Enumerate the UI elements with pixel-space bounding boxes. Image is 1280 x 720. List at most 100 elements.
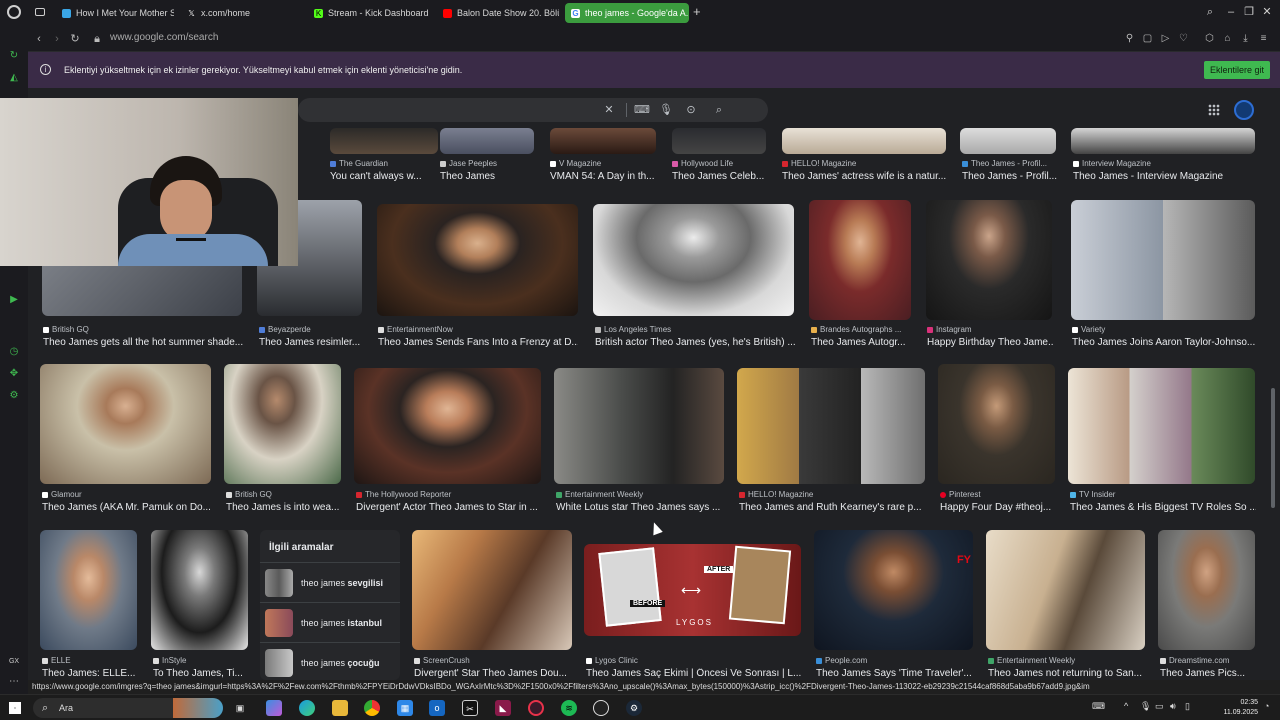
url-field[interactable]: www.google.com/search bbox=[110, 32, 218, 43]
tab-kick[interactable]: K Stream - Kick Dashboard bbox=[308, 3, 432, 23]
image-result[interactable] bbox=[151, 530, 248, 650]
minimize-icon[interactable]: – bbox=[1224, 5, 1238, 19]
start-windows-icon[interactable] bbox=[9, 702, 21, 714]
result-title[interactable]: Theo James Says 'Time Traveler'... bbox=[816, 668, 974, 679]
volume-icon[interactable]: 🔊︎ bbox=[1170, 701, 1176, 712]
source-label[interactable]: EntertainmentNow bbox=[378, 325, 453, 334]
result-title[interactable]: White Lotus star Theo James says ... bbox=[556, 502, 726, 513]
source-label[interactable]: ELLE bbox=[42, 656, 71, 665]
app-icon[interactable]: ◣ bbox=[495, 700, 511, 716]
source-label[interactable]: Pinterest bbox=[940, 490, 981, 499]
result-title[interactable]: Theo James and Ruth Kearney's rare p... bbox=[739, 502, 927, 513]
source-label[interactable]: Interview Magazine bbox=[1073, 159, 1151, 168]
steam-icon[interactable]: ⚙ bbox=[626, 700, 642, 716]
result-title[interactable]: Theo James not returning to San... bbox=[988, 668, 1146, 679]
download-icon[interactable]: ⤓ bbox=[1239, 32, 1252, 45]
vpn-icon[interactable]: ⌂ bbox=[1221, 32, 1234, 45]
source-label[interactable]: Hollywood Life bbox=[672, 159, 733, 168]
image-result[interactable] bbox=[672, 128, 766, 154]
result-title[interactable]: Theo James resimler... bbox=[259, 337, 363, 348]
search-icon[interactable]: ⌕ bbox=[712, 103, 726, 117]
source-label[interactable]: Dreamstime.com bbox=[1160, 656, 1229, 665]
source-label[interactable]: Entertainment Weekly bbox=[988, 656, 1075, 665]
result-title[interactable]: Theo James Sends Fans Into a Frenzy at D… bbox=[378, 337, 578, 348]
image-result[interactable] bbox=[224, 364, 341, 484]
image-result[interactable]: BEFORE AFTER ⟷ LYGOS bbox=[584, 544, 801, 636]
image-result[interactable] bbox=[550, 128, 656, 154]
outlook-icon[interactable]: o bbox=[429, 700, 445, 716]
result-title[interactable]: Theo James (AKA Mr. Pamuk on Do... bbox=[42, 502, 212, 513]
image-result[interactable] bbox=[986, 530, 1145, 650]
avatar[interactable] bbox=[1234, 100, 1254, 120]
copilot-icon[interactable] bbox=[266, 700, 282, 716]
tab-google-search[interactable]: G theo james - Google'da A... bbox=[565, 3, 689, 23]
go-to-extensions-button[interactable]: Eklentilere git bbox=[1203, 61, 1270, 79]
result-title[interactable]: Theo James bbox=[440, 171, 544, 182]
image-result[interactable] bbox=[1068, 368, 1255, 484]
image-result[interactable] bbox=[1071, 128, 1255, 154]
image-result[interactable] bbox=[1158, 530, 1255, 650]
taskbar-search-input[interactable]: ⌕ Ara bbox=[33, 698, 223, 718]
image-result[interactable] bbox=[412, 530, 572, 650]
maximize-icon[interactable]: ❐ bbox=[1242, 5, 1256, 19]
sidebar-player-icon[interactable]: ▶ bbox=[8, 294, 20, 306]
result-title[interactable]: Theo James gets all the hot summer shade… bbox=[43, 337, 243, 348]
result-title[interactable]: Theo James Saç Ekimi | Öncesi Ve Sonrası… bbox=[586, 668, 802, 679]
heart-icon[interactable]: ♡ bbox=[1177, 32, 1190, 45]
menu-icon[interactable]: ≡ bbox=[1257, 32, 1270, 45]
source-label[interactable]: Entertainment Weekly bbox=[556, 490, 643, 499]
result-title[interactable]: Theo James is into wea... bbox=[226, 502, 342, 513]
source-label[interactable]: Instagram bbox=[927, 325, 972, 334]
clock[interactable]: 02:35 11.09.2025 bbox=[1223, 698, 1258, 718]
source-label[interactable]: Los Angeles Times bbox=[595, 325, 671, 334]
result-title[interactable]: Theo James - Interview Magazine bbox=[1073, 171, 1257, 182]
source-label[interactable]: ScreenCrush bbox=[414, 656, 470, 665]
back-icon[interactable]: ‹ bbox=[32, 32, 46, 46]
scrollbar[interactable] bbox=[1271, 388, 1275, 508]
result-title[interactable]: Theo James & His Biggest TV Roles So ... bbox=[1070, 502, 1256, 513]
image-result[interactable] bbox=[40, 364, 211, 484]
image-result[interactable] bbox=[737, 368, 925, 484]
source-label[interactable]: British GQ bbox=[43, 325, 89, 334]
source-label[interactable]: Glamour bbox=[42, 490, 82, 499]
sidebar-shopping-icon[interactable]: ◭ bbox=[8, 72, 20, 84]
microphone-icon[interactable]: 🎙︎ bbox=[659, 103, 673, 117]
source-label[interactable]: TV Insider bbox=[1070, 490, 1115, 499]
tab-balon-date[interactable]: Balon Date Show 20. Bölü... bbox=[437, 3, 559, 23]
result-title[interactable]: Theo James: ELLE... bbox=[42, 668, 138, 679]
player-icon[interactable]: ▷ bbox=[1159, 32, 1172, 45]
image-result[interactable] bbox=[960, 128, 1056, 154]
result-title[interactable]: Divergent' Actor Theo James to Star in .… bbox=[356, 502, 542, 513]
notifications-icon[interactable]: ◔ bbox=[1264, 701, 1269, 711]
workspaces-icon[interactable] bbox=[35, 8, 45, 16]
result-title[interactable]: Happy Birthday Theo Jame... bbox=[927, 337, 1053, 348]
image-result[interactable] bbox=[926, 200, 1052, 320]
source-label[interactable]: British GQ bbox=[226, 490, 272, 499]
clear-search-icon[interactable]: ✕ bbox=[602, 103, 616, 117]
image-result[interactable] bbox=[354, 368, 541, 484]
image-result[interactable] bbox=[330, 128, 438, 154]
store-icon[interactable]: ▦ bbox=[397, 700, 413, 716]
result-title[interactable]: Theo James Pics... bbox=[1160, 668, 1256, 679]
keyboard-tray-icon[interactable]: ⌨ bbox=[1092, 701, 1105, 712]
source-label[interactable]: InStyle bbox=[153, 656, 186, 665]
close-icon[interactable]: ✕ bbox=[1260, 5, 1274, 19]
pin-icon[interactable]: ⚲ bbox=[1123, 32, 1136, 45]
related-search-item[interactable]: theo james istanbul bbox=[260, 602, 400, 642]
obs-icon[interactable] bbox=[593, 700, 609, 716]
image-result[interactable]: FY bbox=[814, 530, 973, 650]
image-result[interactable] bbox=[40, 530, 137, 650]
forward-icon[interactable]: › bbox=[50, 32, 64, 46]
spotify-icon[interactable]: ≋ bbox=[561, 700, 577, 716]
lens-icon[interactable]: ⊙ bbox=[684, 103, 698, 117]
result-title[interactable]: Theo James' actress wife is a natur... bbox=[782, 171, 946, 182]
source-label[interactable]: HELLO! Magazine bbox=[782, 159, 856, 168]
snapshot-icon[interactable]: ▢ bbox=[1141, 32, 1154, 45]
apps-grid-icon[interactable] bbox=[1208, 104, 1220, 116]
network-icon[interactable]: ▭ bbox=[1155, 701, 1164, 712]
search-tabs-icon[interactable]: ⌕ bbox=[1203, 5, 1217, 19]
source-label[interactable]: V Magazine bbox=[550, 159, 601, 168]
sidebar-settings-icon[interactable]: ⚙ bbox=[8, 390, 20, 402]
image-result[interactable] bbox=[554, 368, 724, 484]
source-label[interactable]: HELLO! Magazine bbox=[739, 490, 813, 499]
